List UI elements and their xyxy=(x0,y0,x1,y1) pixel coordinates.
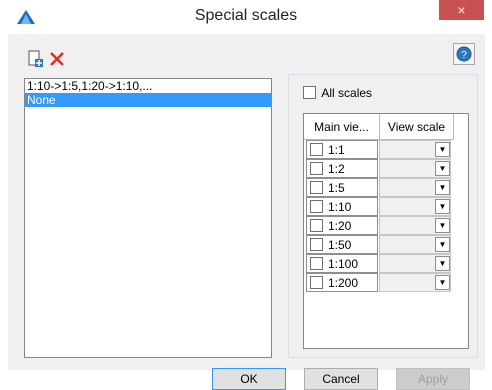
help-button[interactable]: ? xyxy=(453,43,475,65)
special-scales-dialog: Special scales × ? 1:10->1:5,1:20->1:10,… xyxy=(0,0,492,390)
column-header-main-view[interactable]: Main vie... xyxy=(304,114,380,140)
svg-text:?: ? xyxy=(461,50,467,61)
grid-header: Main vie... View scale xyxy=(304,114,468,140)
scale-checkbox[interactable] xyxy=(310,257,323,270)
grid-scrollbar[interactable] xyxy=(453,140,468,348)
dropdown-arrow-icon[interactable]: ▼ xyxy=(435,256,450,271)
delete-x-icon[interactable] xyxy=(48,50,66,68)
all-scales-label: All scales xyxy=(321,85,373,100)
scale-checkbox[interactable] xyxy=(310,200,323,213)
scale-checkbox[interactable] xyxy=(310,181,323,194)
scale-label: 1:1 xyxy=(328,143,345,157)
all-scales-checkbox[interactable] xyxy=(303,86,316,100)
scale-label: 1:10 xyxy=(328,200,352,214)
new-document-icon[interactable] xyxy=(26,50,44,68)
all-scales-option[interactable]: All scales xyxy=(303,85,372,100)
scale-checkbox[interactable] xyxy=(310,219,323,232)
scales-grid: Main vie... View scale 1:1 ▼ 1:2 ▼ 1:5 ▼… xyxy=(303,113,469,349)
scale-label: 1:100 xyxy=(328,257,359,271)
scale-label: 1:5 xyxy=(328,181,345,195)
scale-checkbox[interactable] xyxy=(310,238,323,251)
dropdown-arrow-icon[interactable]: ▼ xyxy=(435,237,450,252)
table-row: 1:1 ▼ xyxy=(304,140,452,159)
dialog-title: Special scales xyxy=(194,7,298,24)
dropdown-arrow-icon[interactable]: ▼ xyxy=(435,218,450,233)
scale-sets-list[interactable]: 1:10->1:5,1:20->1:10,... None xyxy=(24,78,272,358)
scale-label: 1:200 xyxy=(328,276,359,290)
table-row: 1:5 ▼ xyxy=(304,178,452,197)
column-header-view-scale[interactable]: View scale xyxy=(380,114,454,140)
scale-options-panel: All scales Main vie... View scale 1:1 ▼ … xyxy=(288,74,478,358)
table-row: 1:100 ▼ xyxy=(304,254,452,273)
table-row: 1:2 ▼ xyxy=(304,159,452,178)
apply-button[interactable]: Apply xyxy=(396,368,470,390)
help-icon: ? xyxy=(456,46,472,62)
dropdown-arrow-icon[interactable]: ▼ xyxy=(435,161,450,176)
table-row: 1:50 ▼ xyxy=(304,235,452,254)
table-row: 1:200 ▼ xyxy=(304,273,452,292)
scale-checkbox[interactable] xyxy=(310,162,323,175)
table-row: 1:20 ▼ xyxy=(304,216,452,235)
dropdown-arrow-icon[interactable]: ▼ xyxy=(435,142,450,157)
dialog-body: ? 1:10->1:5,1:20->1:10,... None All scal… xyxy=(8,34,485,390)
list-item[interactable]: 1:10->1:5,1:20->1:10,... xyxy=(25,79,271,93)
dropdown-arrow-icon[interactable]: ▼ xyxy=(435,199,450,214)
cancel-button[interactable]: Cancel xyxy=(304,368,378,390)
scale-label: 1:50 xyxy=(328,238,352,252)
table-row: 1:10 ▼ xyxy=(304,197,452,216)
scale-checkbox[interactable] xyxy=(310,276,323,289)
ok-button[interactable]: OK xyxy=(212,368,286,390)
list-item[interactable]: None xyxy=(25,93,271,107)
scale-checkbox[interactable] xyxy=(310,143,323,156)
scale-label: 1:20 xyxy=(328,219,352,233)
close-button[interactable]: × xyxy=(439,0,484,20)
dropdown-arrow-icon[interactable]: ▼ xyxy=(435,275,450,290)
title-bar: Special scales × xyxy=(0,0,492,34)
dropdown-arrow-icon[interactable]: ▼ xyxy=(435,180,450,195)
scale-label: 1:2 xyxy=(328,162,345,176)
